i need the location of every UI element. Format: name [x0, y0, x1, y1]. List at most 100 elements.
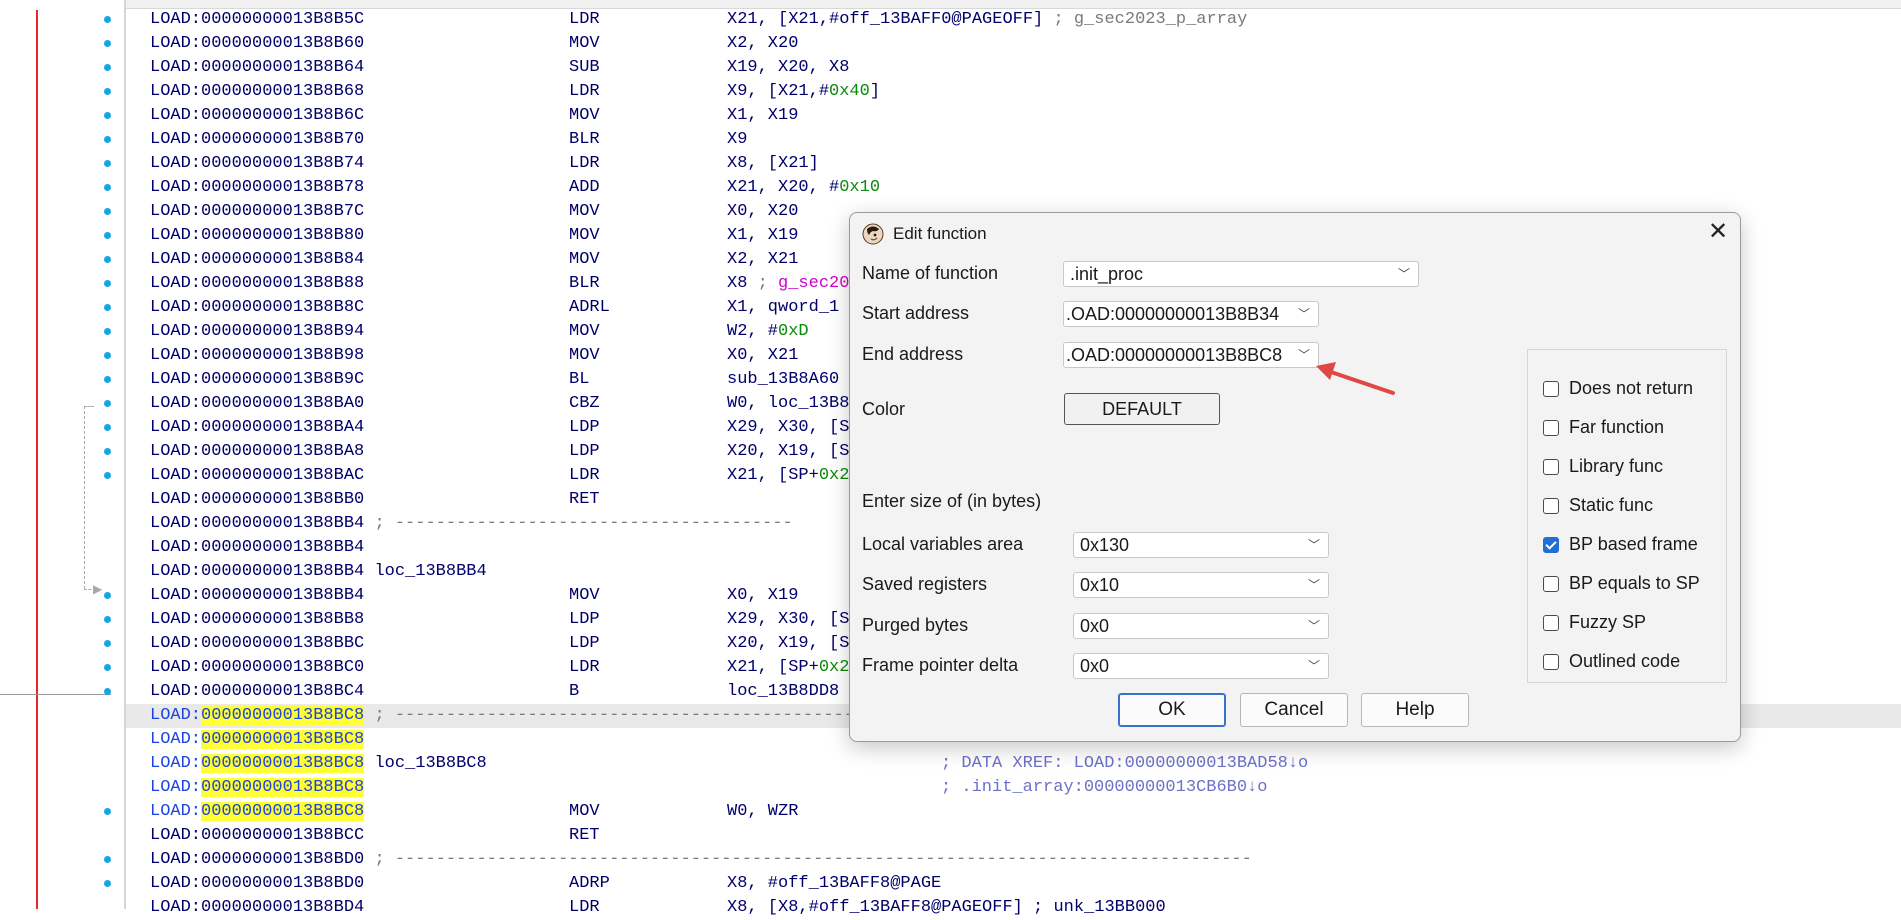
- breakpoint-dot[interactable]: [104, 856, 111, 863]
- breakpoint-dot[interactable]: [104, 376, 111, 383]
- saved-registers-combo[interactable]: 0x10 ﹀: [1073, 572, 1329, 598]
- breakpoint-dot[interactable]: [104, 352, 111, 359]
- code-row[interactable]: LOAD:00000000013B8BD4 LDR X8, [X8,#off_13B…: [126, 896, 1901, 920]
- breakpoint-dot[interactable]: [104, 688, 111, 695]
- mnemonic: MOV: [569, 346, 600, 365]
- flag-checkbox-bp-equals-to-sp[interactable]: BP equals to SP: [1543, 572, 1700, 594]
- checkbox-box[interactable]: [1543, 381, 1559, 397]
- breakpoint-dot[interactable]: [104, 664, 111, 671]
- flag-checkbox-bp-based-frame[interactable]: BP based frame: [1543, 533, 1698, 555]
- frame-pointer-delta-value: 0x0: [1080, 656, 1110, 676]
- code-address: LOAD:00000000013B8BC8 loc_13B8BC8: [150, 752, 487, 776]
- address-prefix: LOAD:: [150, 754, 202, 773]
- code-row[interactable]: LOAD:00000000013B8BCC RET: [126, 824, 1901, 848]
- code-row[interactable]: LOAD:00000000013B8BC8 ; .init_array:00000…: [126, 776, 1901, 800]
- breakpoint-dot[interactable]: [104, 64, 111, 71]
- purged-bytes-combo[interactable]: 0x0 ﹀: [1073, 613, 1329, 639]
- start-address-value: .OAD:00000000013B8B34: [1066, 304, 1280, 324]
- address-prefix: LOAD:: [150, 802, 202, 821]
- breakpoint-dot[interactable]: [104, 472, 111, 479]
- mnemonic: MOV: [569, 802, 600, 821]
- code-row[interactable]: LOAD:00000000013B8BC8 loc_13B8BC8 ; DATA …: [126, 752, 1901, 776]
- operands: X9, [X21,#0x40]: [727, 80, 880, 104]
- code-row[interactable]: LOAD:00000000013B8B70 BLR X9: [126, 128, 1901, 152]
- breakpoint-dot[interactable]: [104, 160, 111, 167]
- code-address: LOAD:00000000013B8BD4: [150, 898, 365, 917]
- start-address-combo[interactable]: .OAD:00000000013B8B34 ﹀: [1063, 301, 1319, 327]
- code-row[interactable]: LOAD:00000000013B8B78 ADD X21, X20, #0x10: [126, 176, 1901, 200]
- code-row[interactable]: LOAD:00000000013B8B64 SUB X19, X20, X8: [126, 56, 1901, 80]
- operand-part: X20, X19, [S: [727, 634, 850, 653]
- checkbox-label: Fuzzy SP: [1569, 612, 1647, 632]
- operand-part: X21, [X21,#off_13BAFF0@PAGEOFF]: [727, 10, 1054, 29]
- checkbox-box[interactable]: [1543, 615, 1559, 631]
- ok-button[interactable]: OK: [1118, 693, 1226, 727]
- code-row[interactable]: LOAD:00000000013B8B74 LDR X8, [X21]: [126, 152, 1901, 176]
- code-row[interactable]: LOAD:00000000013B8B6C MOV X1, X19: [126, 104, 1901, 128]
- code-address: LOAD:00000000013B8BA8: [150, 442, 365, 461]
- address-highlight: 00000000013B8BC8: [201, 730, 365, 749]
- mnemonic: B: [569, 682, 580, 701]
- operand-part: 0x40: [829, 82, 870, 101]
- breakpoint-dot[interactable]: [104, 232, 111, 239]
- dialog-titlebar[interactable]: Edit function ✕: [850, 213, 1740, 255]
- checkbox-label: Static func: [1569, 495, 1654, 515]
- code-row[interactable]: LOAD:00000000013B8BD0 ; ----------------…: [126, 848, 1901, 872]
- ida-app-icon: [862, 223, 884, 245]
- checkbox-box[interactable]: [1543, 537, 1559, 553]
- mnemonic: LDP: [569, 442, 600, 461]
- breakpoint-dot[interactable]: [104, 400, 111, 407]
- name-of-function-value: .init_proc: [1070, 264, 1144, 284]
- checkbox-box[interactable]: [1543, 654, 1559, 670]
- breakpoint-dot[interactable]: [104, 640, 111, 647]
- breakpoint-dot[interactable]: [104, 592, 111, 599]
- mnemonic: LDP: [569, 418, 600, 437]
- checkbox-box[interactable]: [1543, 420, 1559, 436]
- breakpoint-dot[interactable]: [104, 208, 111, 215]
- flag-checkbox-far-function[interactable]: Far function: [1543, 416, 1664, 438]
- close-icon[interactable]: ✕: [1705, 220, 1731, 246]
- code-row[interactable]: LOAD:00000000013B8BC8 MOV W0, WZR: [126, 800, 1901, 824]
- flag-checkbox-outlined-code[interactable]: Outlined code: [1543, 650, 1680, 672]
- flag-checkbox-does-not-return[interactable]: Does not return: [1543, 377, 1693, 399]
- flag-checkbox-static-func[interactable]: Static func: [1543, 494, 1653, 516]
- breakpoint-dot[interactable]: [104, 88, 111, 95]
- flag-checkbox-fuzzy-sp[interactable]: Fuzzy SP: [1543, 611, 1646, 633]
- breakpoint-dot[interactable]: [104, 112, 111, 119]
- flag-checkbox-library-func[interactable]: Library func: [1543, 455, 1663, 477]
- color-default-button[interactable]: DEFAULT: [1064, 393, 1220, 425]
- breakpoint-dot[interactable]: [104, 304, 111, 311]
- code-label[interactable]: loc_13B8BC8: [364, 754, 486, 773]
- code-row[interactable]: LOAD:00000000013B8B68 LDR X9, [X21,#0x40]: [126, 80, 1901, 104]
- local-variables-combo[interactable]: 0x130 ﹀: [1073, 532, 1329, 558]
- breakpoint-dot[interactable]: [104, 40, 111, 47]
- checkbox-box[interactable]: [1543, 459, 1559, 475]
- breakpoint-dot[interactable]: [104, 880, 111, 887]
- breakpoint-dot[interactable]: [104, 256, 111, 263]
- purged-bytes-value: 0x0: [1080, 616, 1110, 636]
- cancel-button[interactable]: Cancel: [1240, 693, 1348, 727]
- code-row[interactable]: LOAD:00000000013B8B60 MOV X2, X20: [126, 32, 1901, 56]
- code-label[interactable]: loc_13B8BB4: [364, 562, 486, 581]
- breakpoint-dot[interactable]: [104, 808, 111, 815]
- name-of-function-combo[interactable]: .init_proc ﹀: [1063, 261, 1419, 287]
- mnemonic: MOV: [569, 322, 600, 341]
- frame-pointer-delta-combo[interactable]: 0x0 ﹀: [1073, 653, 1329, 679]
- operand-part: W2, #: [727, 322, 779, 341]
- breakpoint-dot[interactable]: [104, 136, 111, 143]
- checkbox-box[interactable]: [1543, 498, 1559, 514]
- breakpoint-dot[interactable]: [104, 184, 111, 191]
- code-row[interactable]: LOAD:00000000013B8BD0 ADRP X8, #off_13BAFF…: [126, 872, 1901, 896]
- breakpoint-dot[interactable]: [104, 616, 111, 623]
- operands: X1, X19: [727, 104, 798, 128]
- code-row[interactable]: LOAD:00000000013B8B5C LDR X21, [X21,#off_1…: [126, 8, 1901, 32]
- breakpoint-dot[interactable]: [104, 16, 111, 23]
- mnemonic: MOV: [569, 106, 600, 125]
- breakpoint-dot[interactable]: [104, 280, 111, 287]
- breakpoint-dot[interactable]: [104, 328, 111, 335]
- end-address-combo[interactable]: .OAD:00000000013B8BC8 ﹀: [1063, 342, 1319, 368]
- help-button[interactable]: Help: [1361, 693, 1469, 727]
- breakpoint-dot[interactable]: [104, 448, 111, 455]
- checkbox-box[interactable]: [1543, 576, 1559, 592]
- breakpoint-dot[interactable]: [104, 424, 111, 431]
